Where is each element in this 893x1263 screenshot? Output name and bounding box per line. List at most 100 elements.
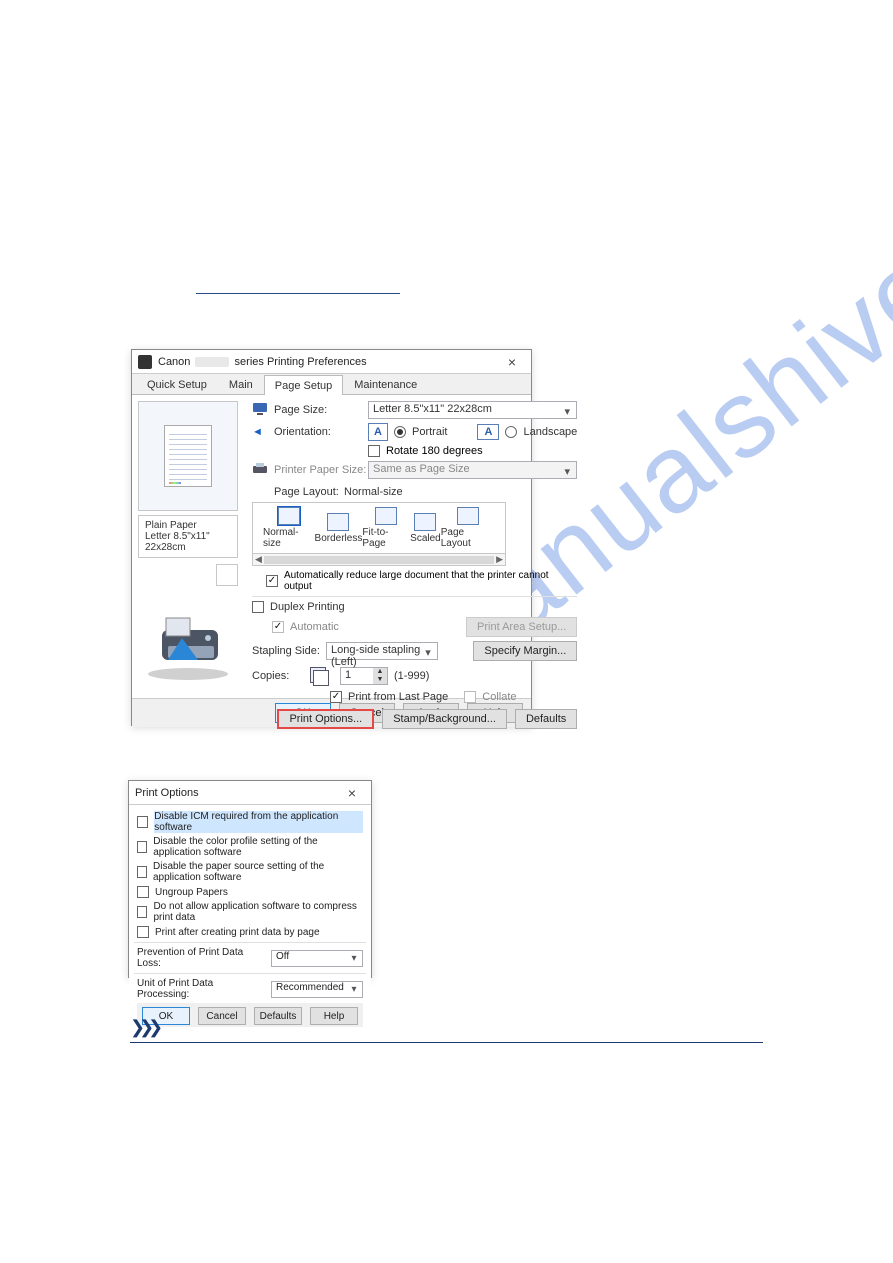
note-chevrons-icon: ❯❯❯ xyxy=(130,1017,157,1038)
portrait-radio[interactable] xyxy=(394,426,406,438)
defaults-button[interactable]: Defaults xyxy=(515,709,577,729)
tab-maintenance[interactable]: Maintenance xyxy=(343,374,428,394)
print-area-button: Print Area Setup... xyxy=(466,617,577,637)
paper-info: Plain Paper Letter 8.5"x11" 22x28cm xyxy=(138,515,238,558)
opt-label: Disable ICM required from the applicatio… xyxy=(154,811,363,833)
opt-label: Ungroup Papers xyxy=(155,887,228,898)
duplex-label: Duplex Printing xyxy=(270,601,345,613)
spin-up-icon[interactable]: ▲ xyxy=(373,668,387,676)
page-size-label: Page Size: xyxy=(274,404,368,416)
printer-illustration-icon xyxy=(138,602,238,682)
copies-label: Copies: xyxy=(252,670,300,682)
close-icon[interactable]: × xyxy=(499,355,525,369)
page-thumb xyxy=(164,425,212,487)
opt-label: Print after creating print data by page xyxy=(155,927,320,938)
prevention-select[interactable]: Off ▾ xyxy=(271,950,363,967)
scroll-left-icon[interactable]: ◀ xyxy=(255,554,262,565)
layout-item-label: Page Layout xyxy=(441,527,495,549)
monitor-icon xyxy=(252,402,274,419)
layout-fit[interactable]: Fit-to-Page xyxy=(362,507,410,549)
chevron-down-icon: ▾ xyxy=(348,983,360,997)
printer-paper-select: Same as Page Size ▾ xyxy=(368,461,577,479)
layout-item-label: Normal-size xyxy=(263,527,315,549)
defaults-button[interactable]: Defaults xyxy=(254,1007,302,1025)
prevention-label: Prevention of Print Data Loss: xyxy=(137,947,265,969)
prevention-value: Off xyxy=(276,951,289,962)
stapling-label: Stapling Side: xyxy=(252,645,320,657)
duplex-checkbox[interactable] xyxy=(252,601,264,613)
layout-scaled[interactable]: Scaled xyxy=(410,513,441,544)
opt-print-after-checkbox[interactable] xyxy=(137,926,149,938)
note-underline xyxy=(130,1042,763,1043)
portrait-icon: A xyxy=(368,423,388,441)
unit-select[interactable]: Recommended ▾ xyxy=(271,981,363,998)
opt-label: Disable the color profile setting of the… xyxy=(153,836,363,858)
printer-paper-value: Same as Page Size xyxy=(373,463,470,475)
layout-item-label: Borderless xyxy=(315,533,363,544)
landscape-icon: A xyxy=(477,424,499,440)
opt-disable-color-checkbox[interactable] xyxy=(137,841,147,853)
print-options-button[interactable]: Print Options... xyxy=(277,709,374,729)
specify-margin-button[interactable]: Specify Margin... xyxy=(473,641,577,661)
copies-spinner[interactable]: 1 ▲▼ xyxy=(340,667,388,685)
landscape-label: Landscape xyxy=(523,426,577,438)
chevron-down-icon: ▾ xyxy=(421,645,435,659)
last-page-label: Print from Last Page xyxy=(348,691,448,703)
printer-icon xyxy=(138,355,152,369)
last-page-checkbox[interactable] xyxy=(330,691,342,703)
spin-down-icon[interactable]: ▼ xyxy=(373,676,387,684)
copies-icon xyxy=(306,665,334,687)
cancel-button[interactable]: Cancel xyxy=(198,1007,246,1025)
close-icon[interactable]: × xyxy=(339,786,365,800)
copies-value[interactable]: 1 xyxy=(341,668,373,684)
landscape-radio[interactable] xyxy=(505,426,517,438)
tab-page-setup[interactable]: Page Setup xyxy=(264,375,344,395)
layout-item-label: Scaled xyxy=(410,533,441,544)
unit-label: Unit of Print Data Processing: xyxy=(137,978,265,1000)
opt-disable-paper-source-checkbox[interactable] xyxy=(137,866,147,878)
layout-selector[interactable]: Normal-size Borderless Fit-to-Page Scale… xyxy=(252,502,506,554)
printer-paper-label: Printer Paper Size: xyxy=(274,464,368,476)
title-suffix: series Printing Preferences xyxy=(235,356,367,368)
swatch[interactable] xyxy=(216,564,238,586)
preview-column: Plain Paper Letter 8.5"x11" 22x28cm xyxy=(132,395,244,698)
tab-main[interactable]: Main xyxy=(218,374,264,394)
layout-item-label: Fit-to-Page xyxy=(362,527,410,549)
settings-column: Page Size: Letter 8.5"x11" 22x28cm ▾ ◄ O… xyxy=(244,395,585,698)
collate-checkbox xyxy=(464,691,476,703)
layout-scrollbar[interactable]: ◀ ▶ xyxy=(252,554,506,566)
opt-label: Disable the paper source setting of the … xyxy=(153,861,363,883)
title-prefix: Canon xyxy=(158,356,190,368)
tabs: Quick Setup Main Page Setup Maintenance xyxy=(132,374,531,395)
layout-normal[interactable]: Normal-size xyxy=(263,507,315,549)
chevron-down-icon: ▾ xyxy=(560,404,574,418)
page-size-value: Letter 8.5"x11" 22x28cm xyxy=(373,403,492,415)
tab-quick-setup[interactable]: Quick Setup xyxy=(136,374,218,394)
stamp-background-button[interactable]: Stamp/Background... xyxy=(382,709,507,729)
opt-ungroup-checkbox[interactable] xyxy=(137,886,149,898)
automatic-checkbox xyxy=(272,621,284,633)
paper-name: Plain Paper xyxy=(145,520,231,531)
automatic-label: Automatic xyxy=(290,621,339,633)
rotate-checkbox[interactable] xyxy=(368,445,380,457)
auto-reduce-checkbox[interactable] xyxy=(266,575,278,587)
layout-page-layout[interactable]: Page Layout xyxy=(441,507,495,549)
chevron-down-icon: ▾ xyxy=(560,464,574,478)
unit-value: Recommended xyxy=(276,982,344,993)
opt-disable-icm-checkbox[interactable] xyxy=(137,816,148,828)
stapling-select[interactable]: Long-side stapling (Left) ▾ xyxy=(326,642,438,660)
printer-small-icon xyxy=(252,463,274,478)
help-button[interactable]: Help xyxy=(310,1007,358,1025)
opt-no-compress-checkbox[interactable] xyxy=(137,906,147,918)
page-layout-value: Normal-size xyxy=(344,486,403,498)
layout-borderless[interactable]: Borderless xyxy=(315,513,363,544)
scroll-right-icon[interactable]: ▶ xyxy=(496,554,503,565)
opt-label: Do not allow application software to com… xyxy=(153,901,363,923)
chevron-down-icon: ▾ xyxy=(348,952,360,966)
collate-label: Collate xyxy=(482,691,516,703)
rotate-label: Rotate 180 degrees xyxy=(386,445,483,457)
paper-size: Letter 8.5"x11" 22x28cm xyxy=(145,531,231,553)
page-size-select[interactable]: Letter 8.5"x11" 22x28cm ▾ xyxy=(368,401,577,419)
print-options-dialog: Print Options × Disable ICM required fro… xyxy=(128,780,372,978)
orientation-indicator-icon: ◄ xyxy=(252,426,274,438)
